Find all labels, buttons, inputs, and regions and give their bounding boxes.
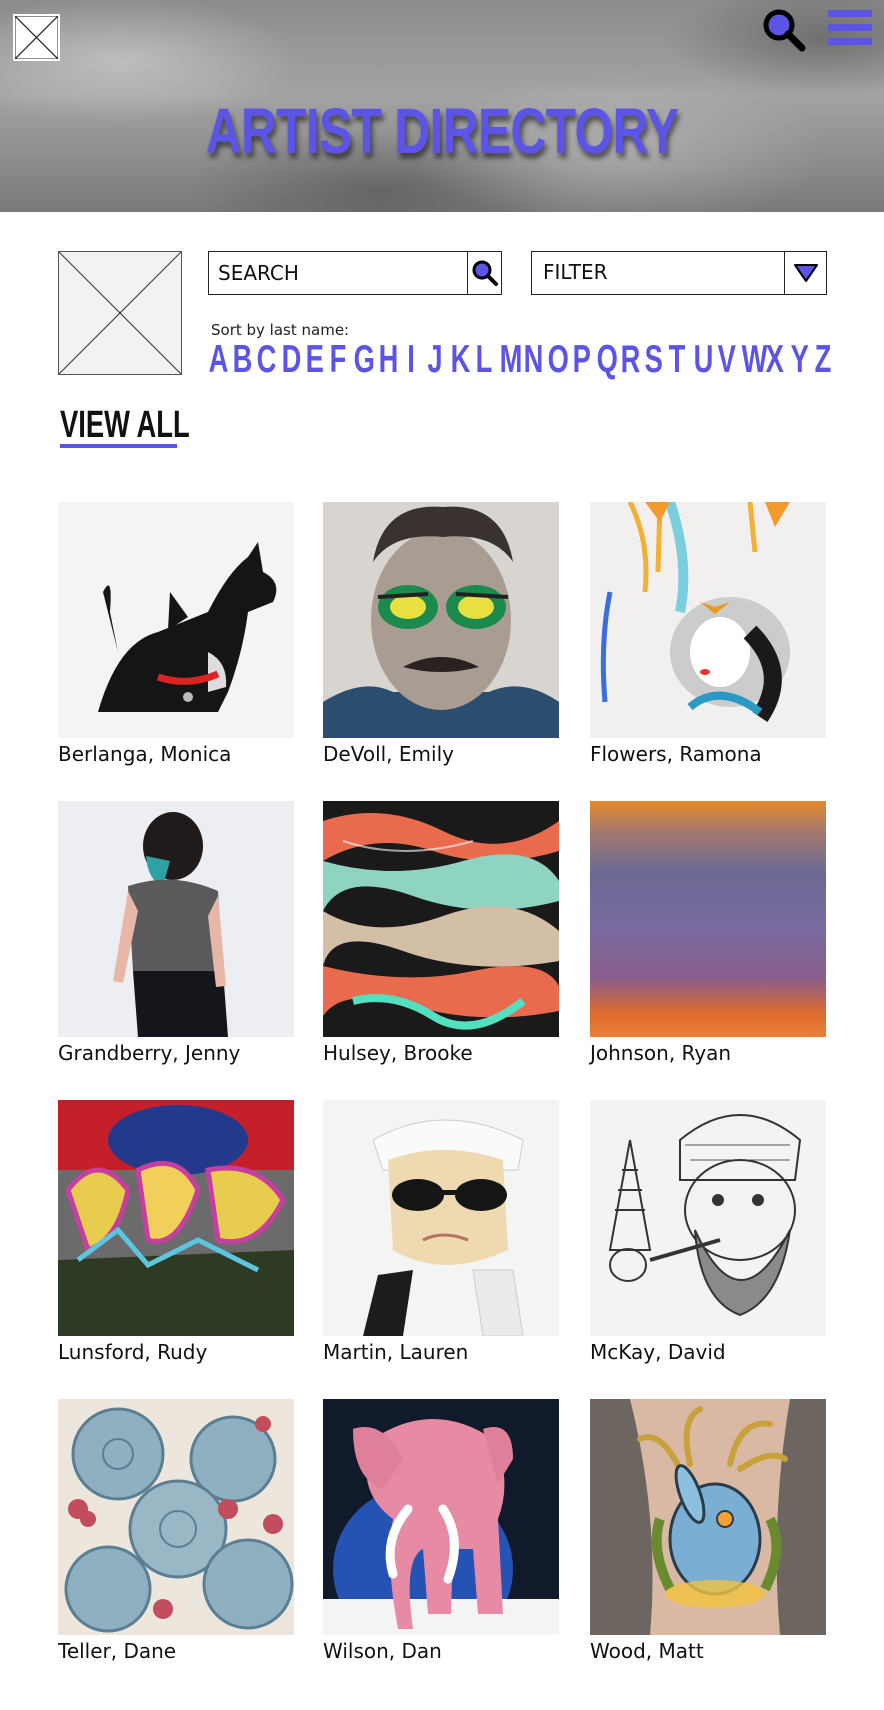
artist-name[interactable]: DeVoll, Emily — [323, 742, 559, 766]
artist-name[interactable]: Hulsey, Brooke — [323, 1041, 559, 1065]
artist-card[interactable]: Wilson, Dan — [323, 1399, 559, 1663]
artist-card[interactable]: Lunsford, Rudy — [58, 1100, 294, 1364]
letter-filter-u[interactable]: U — [693, 338, 713, 382]
letter-filter-c[interactable]: C — [257, 338, 277, 382]
letter-filter-r[interactable]: R — [621, 338, 641, 382]
artwork-thumbnail-color-field-stripes[interactable] — [590, 801, 826, 1037]
artist-card[interactable]: Grandberry, Jenny — [58, 801, 294, 1065]
artist-name[interactable]: Teller, Dane — [58, 1639, 294, 1663]
artist-card[interactable]: Hulsey, Brooke — [323, 801, 559, 1065]
page-title: ARTIST DIRECTORY — [205, 95, 680, 167]
search-icon — [472, 260, 498, 286]
search-submit-button[interactable] — [467, 252, 501, 294]
letter-filter-w[interactable]: W — [742, 338, 768, 382]
letter-filter-h[interactable]: H — [378, 338, 398, 382]
letter-filter-s[interactable]: S — [645, 338, 663, 382]
letter-filter-d[interactable]: D — [281, 338, 301, 382]
letter-filter-y[interactable]: Y — [790, 338, 808, 382]
artist-card[interactable]: DeVoll, Emily — [323, 502, 559, 766]
logo-placeholder-icon[interactable] — [13, 14, 60, 61]
letter-filter-i[interactable]: I — [402, 338, 419, 382]
image-placeholder — [58, 251, 182, 375]
letter-filter-p[interactable]: P — [572, 338, 590, 382]
filter-label: FILTER — [543, 260, 608, 284]
artwork-thumbnail-black-dog-portrait[interactable] — [58, 502, 294, 738]
artwork-thumbnail-man-with-galaxy-sunglasses[interactable] — [323, 502, 559, 738]
search-icon[interactable] — [762, 8, 806, 52]
artist-card[interactable]: Berlanga, Monica — [58, 502, 294, 766]
letter-filter-z[interactable]: Z — [814, 338, 832, 382]
artwork-thumbnail-bearded-man-pipe-sketch[interactable] — [590, 1100, 826, 1336]
letter-filter-m[interactable]: M — [499, 338, 522, 382]
letter-filter-b[interactable]: B — [233, 338, 253, 382]
alphabet-nav: ABCDEFGHIJKLMNOPQRSTUVWXYZ — [205, 338, 835, 382]
artwork-thumbnail-man-in-dark-glasses-watercolor[interactable] — [323, 1100, 559, 1336]
hero-banner: ARTIST DIRECTORY — [0, 0, 884, 212]
artist-name[interactable]: Wilson, Dan — [323, 1639, 559, 1663]
artwork-thumbnail-stippled-roses[interactable] — [58, 1399, 294, 1635]
artist-card[interactable]: Wood, Matt — [590, 1399, 826, 1663]
sort-label: Sort by last name: — [211, 321, 350, 339]
letter-filter-t[interactable]: T — [669, 338, 686, 382]
artwork-thumbnail-graffiti-lettering[interactable] — [58, 1100, 294, 1336]
search-input[interactable] — [209, 252, 467, 294]
letter-filter-f[interactable]: F — [330, 338, 347, 382]
artist-card[interactable]: McKay, David — [590, 1100, 826, 1364]
view-all-underline — [60, 444, 177, 448]
artist-name[interactable]: Martin, Lauren — [323, 1340, 559, 1364]
artwork-thumbnail-marbled-abstract[interactable] — [323, 801, 559, 1037]
view-all-link[interactable]: VIEW ALL — [60, 404, 190, 447]
letter-filter-k[interactable]: K — [451, 338, 471, 382]
letter-filter-g[interactable]: G — [354, 338, 375, 382]
letter-filter-a[interactable]: A — [209, 338, 229, 382]
artwork-thumbnail-jackalope-tattoo[interactable] — [590, 1399, 826, 1635]
artist-name[interactable]: McKay, David — [590, 1340, 826, 1364]
letter-filter-e[interactable]: E — [306, 338, 324, 382]
artwork-thumbnail-pink-elephant[interactable] — [323, 1399, 559, 1635]
artist-card[interactable]: Johnson, Ryan — [590, 801, 826, 1065]
artist-name[interactable]: Grandberry, Jenny — [58, 1041, 294, 1065]
artist-name[interactable]: Berlanga, Monica — [58, 742, 294, 766]
hamburger-menu-icon[interactable] — [828, 10, 872, 52]
artwork-thumbnail-girl-with-teal-hair[interactable] — [58, 801, 294, 1037]
artist-name[interactable]: Wood, Matt — [590, 1639, 826, 1663]
artwork-thumbnail-watercolor-woman-butterflies[interactable] — [590, 502, 826, 738]
filter-dropdown[interactable]: FILTER — [531, 251, 827, 295]
artist-card[interactable]: Flowers, Ramona — [590, 502, 826, 766]
letter-filter-n[interactable]: N — [524, 338, 544, 382]
letter-filter-q[interactable]: Q — [596, 338, 617, 382]
letter-filter-j[interactable]: J — [427, 338, 444, 382]
search-field[interactable] — [208, 251, 502, 295]
artist-name[interactable]: Flowers, Ramona — [590, 742, 826, 766]
artist-name[interactable]: Lunsford, Rudy — [58, 1340, 294, 1364]
letter-filter-v[interactable]: V — [718, 338, 736, 382]
chevron-down-icon[interactable] — [784, 252, 826, 294]
artist-card[interactable]: Teller, Dane — [58, 1399, 294, 1663]
artist-card[interactable]: Martin, Lauren — [323, 1100, 559, 1364]
letter-filter-o[interactable]: O — [548, 338, 569, 382]
artist-name[interactable]: Johnson, Ryan — [590, 1041, 826, 1065]
letter-filter-x[interactable]: X — [766, 338, 784, 382]
letter-filter-l[interactable]: L — [475, 338, 492, 382]
